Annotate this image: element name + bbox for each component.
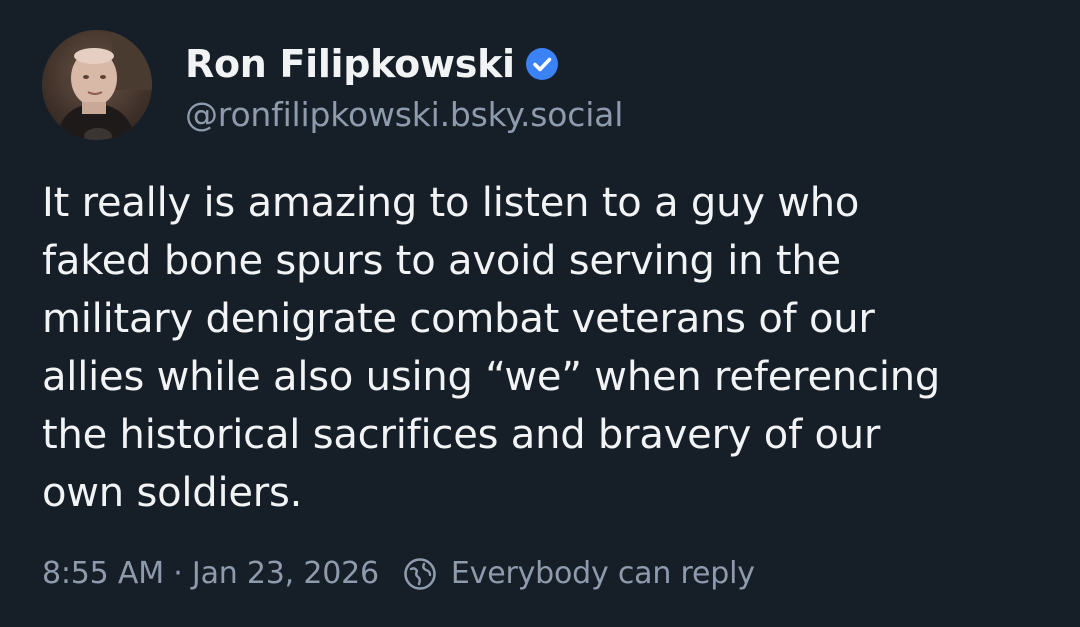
avatar-photo-icon: [42, 30, 152, 140]
post-meta: 8:55 AM · Jan 23, 2026 Everybody can rep…: [42, 556, 755, 591]
author-display-name[interactable]: Ron Filipkowski: [185, 42, 515, 86]
author-avatar[interactable]: [42, 30, 152, 140]
post-card: Ron Filipkowski @ronfilipkowski.bsky.soc…: [0, 0, 1080, 627]
author-name-row: Ron Filipkowski: [185, 37, 623, 91]
post-text: It really is amazing to listen to a guy …: [42, 180, 941, 516]
post-timestamp[interactable]: 8:55 AM · Jan 23, 2026: [42, 556, 379, 591]
verified-badge-icon[interactable]: [525, 47, 559, 81]
author-handle[interactable]: @ronfilipkowski.bsky.social: [185, 95, 623, 134]
reply-setting-label[interactable]: Everybody can reply: [451, 556, 755, 591]
globe-icon: [403, 557, 437, 591]
author-identity: Ron Filipkowski @ronfilipkowski.bsky.soc…: [185, 37, 623, 134]
post-header: Ron Filipkowski @ronfilipkowski.bsky.soc…: [42, 30, 623, 140]
